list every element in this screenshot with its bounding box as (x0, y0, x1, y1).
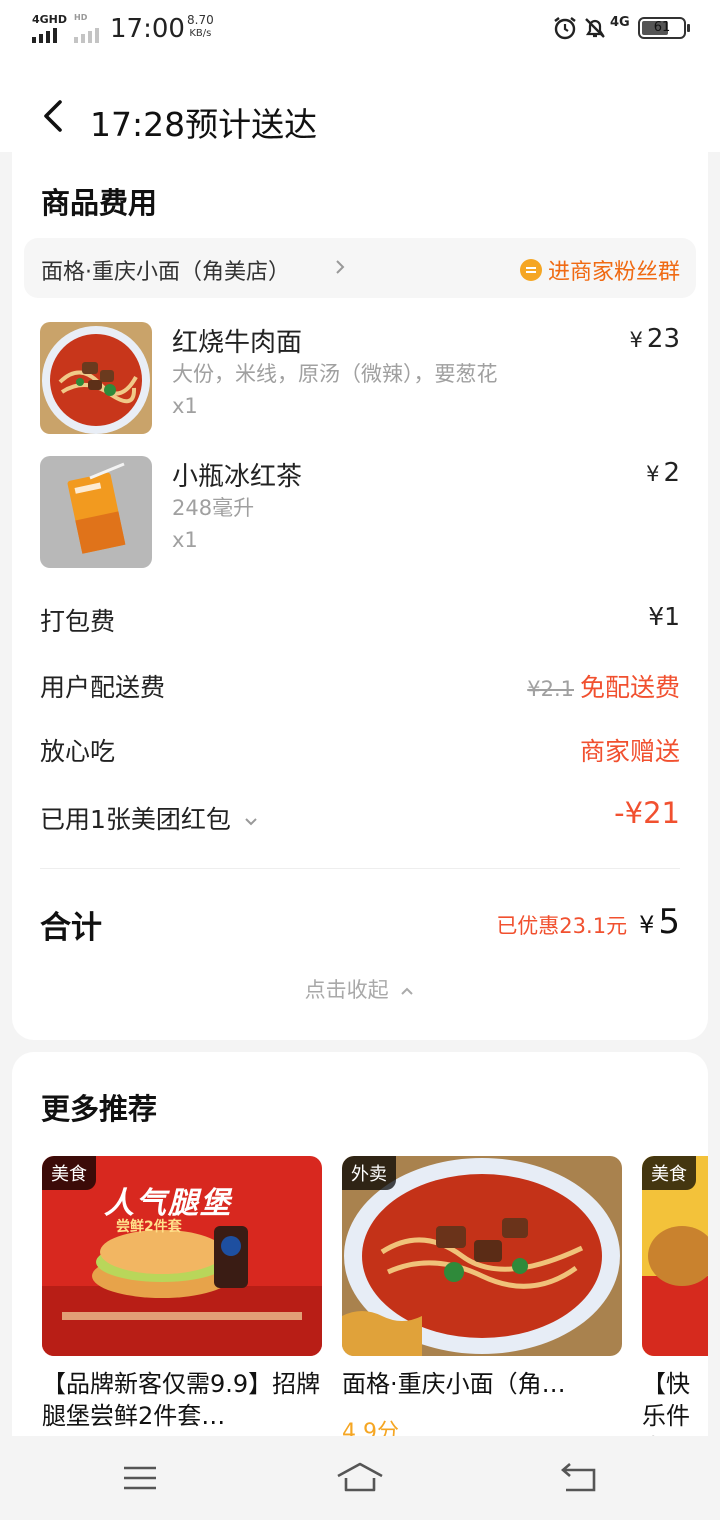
page-title: 17:28预计送达 (90, 105, 318, 144)
total-currency: ¥ (639, 911, 655, 939)
signal-sim2-label: HD (74, 13, 88, 22)
item-spec: 大份，米线，原汤（微辣），要葱花 (172, 362, 498, 386)
mute-bell-icon (585, 18, 605, 38)
collapse-button[interactable]: 点击收起 (12, 974, 708, 1004)
total-label: 合计 (40, 910, 102, 946)
delivery-fee-label: 用户配送费 (40, 673, 166, 702)
page-header: 17:28预计送达 (0, 60, 720, 152)
shop-row[interactable]: 面格·重庆小面（角美店） 进商家粉丝群 (24, 238, 696, 298)
shop-name[interactable]: 面格·重庆小面（角美店） (41, 254, 290, 286)
free-delivery-label: 免配送费 (579, 673, 680, 702)
menu-icon[interactable] (116, 1458, 164, 1498)
back-arrow-icon[interactable] (556, 1458, 604, 1498)
recommend-tag: 美食 (642, 1156, 696, 1190)
item-qty: x1 (172, 528, 198, 552)
burger-promo-image: 人气腿堡 尝鲜2件套 美食 (42, 1156, 322, 1356)
status-time: 17:00 (110, 14, 185, 44)
item-price-currency: ¥ (629, 328, 643, 352)
chat-bubble-icon (519, 259, 542, 281)
red-packet-row[interactable]: 已用1张美团红包 -¥21 (40, 796, 680, 840)
network-speed-value: 8.70 (187, 13, 214, 27)
item-spec: 248毫升 (172, 496, 255, 520)
total-amount-value: 5 (658, 902, 680, 942)
item-name: 小瓶冰红茶 (172, 462, 303, 492)
red-packet-value: -¥21 (614, 796, 680, 830)
red-packet-label[interactable]: 已用1张美团红包 (40, 800, 259, 836)
safe-eat-row: 放心吃 商家赠送 (40, 732, 680, 772)
recommend-tag: 外卖 (342, 1156, 396, 1190)
item-price: ¥2 (646, 458, 680, 488)
network-speed-unit: KB/s (189, 28, 212, 39)
fried-chicken-promo-image: 美食 (642, 1156, 708, 1356)
fan-group-label: 进商家粉丝群 (547, 260, 680, 285)
chevron-right-icon (336, 260, 345, 274)
battery-level: 61 (653, 20, 671, 35)
home-icon[interactable] (336, 1458, 384, 1498)
network-speed: 8.70 KB/s (187, 14, 214, 40)
chevron-up-icon (401, 987, 414, 995)
delivery-fee-row: 用户配送费 ¥2.1 免配送费 (40, 668, 680, 708)
packing-fee-label: 打包费 (40, 607, 116, 636)
recommend-card: 更多推荐 人气腿堡 尝鲜2件套 美食 【品牌新客仅需9.9】招牌腿堡尝鲜2件套… (12, 1052, 708, 1472)
chevron-down-icon (245, 818, 257, 826)
alarm-icon (554, 17, 576, 40)
safe-eat-value: 商家赠送 (579, 737, 680, 766)
recommend-tag: 美食 (42, 1156, 96, 1190)
fan-group-link[interactable]: 进商家粉丝群 (519, 254, 680, 286)
packing-fee-row: 打包费 ¥1 (40, 602, 680, 642)
total-amount: ¥5 (639, 902, 680, 942)
cost-card: 商品费用 面格·重庆小面（角美店） 进商家粉丝群 红烧牛肉面 大份，米线，原汤（… (12, 152, 708, 1040)
safe-eat-label: 放心吃 (40, 737, 116, 766)
cost-section-title: 商品费用 (41, 186, 158, 220)
item-qty: x1 (172, 394, 198, 418)
noodle-promo-image: 外卖 (342, 1156, 622, 1356)
recommend-title: 【品牌新客仅需9.9】招牌腿堡尝鲜2件套… (42, 1370, 321, 1430)
collapse-label: 点击收起 (304, 978, 389, 1002)
item-price-value: 23 (646, 324, 680, 354)
divider (40, 868, 680, 869)
status-bar: 4GHD HD 17:00 8.70 KB/s 4G 61 (0, 0, 720, 60)
network-4g-label: 4G (610, 15, 630, 30)
order-item[interactable]: 红烧牛肉面 大份，米线，原汤（微辣），要葱花 x1 ¥23 (40, 322, 680, 434)
item-name: 红烧牛肉面 (172, 328, 303, 358)
red-packet-label-text: 已用1张美团红包 (40, 805, 231, 834)
tea-thumbnail (40, 456, 152, 568)
item-price-currency: ¥ (646, 462, 660, 486)
item-price-value: 2 (663, 458, 680, 488)
saved-amount: 已优惠23.1元 (496, 914, 628, 938)
total-summary: 已优惠23.1元 ¥5 (496, 902, 680, 942)
recommend-section-title: 更多推荐 (41, 1092, 158, 1126)
system-nav-bar (0, 1436, 720, 1520)
noodle-thumbnail (40, 322, 152, 434)
promo-banner-subtitle: 尝鲜2件套 (116, 1219, 182, 1235)
battery-icon: 61 (638, 17, 690, 39)
recommend-title: 面格·重庆小面（角… (342, 1370, 566, 1398)
order-item[interactable]: 小瓶冰红茶 248毫升 x1 ¥2 (40, 456, 680, 568)
packing-fee-value: ¥1 (648, 602, 680, 631)
delivery-fee-original: ¥2.1 (527, 677, 574, 701)
delivery-fee-value: ¥2.1 免配送费 (527, 668, 680, 704)
back-chevron-icon[interactable] (40, 98, 66, 134)
item-price: ¥23 (630, 324, 680, 354)
signal-sim1-label: 4GHD (32, 13, 68, 26)
